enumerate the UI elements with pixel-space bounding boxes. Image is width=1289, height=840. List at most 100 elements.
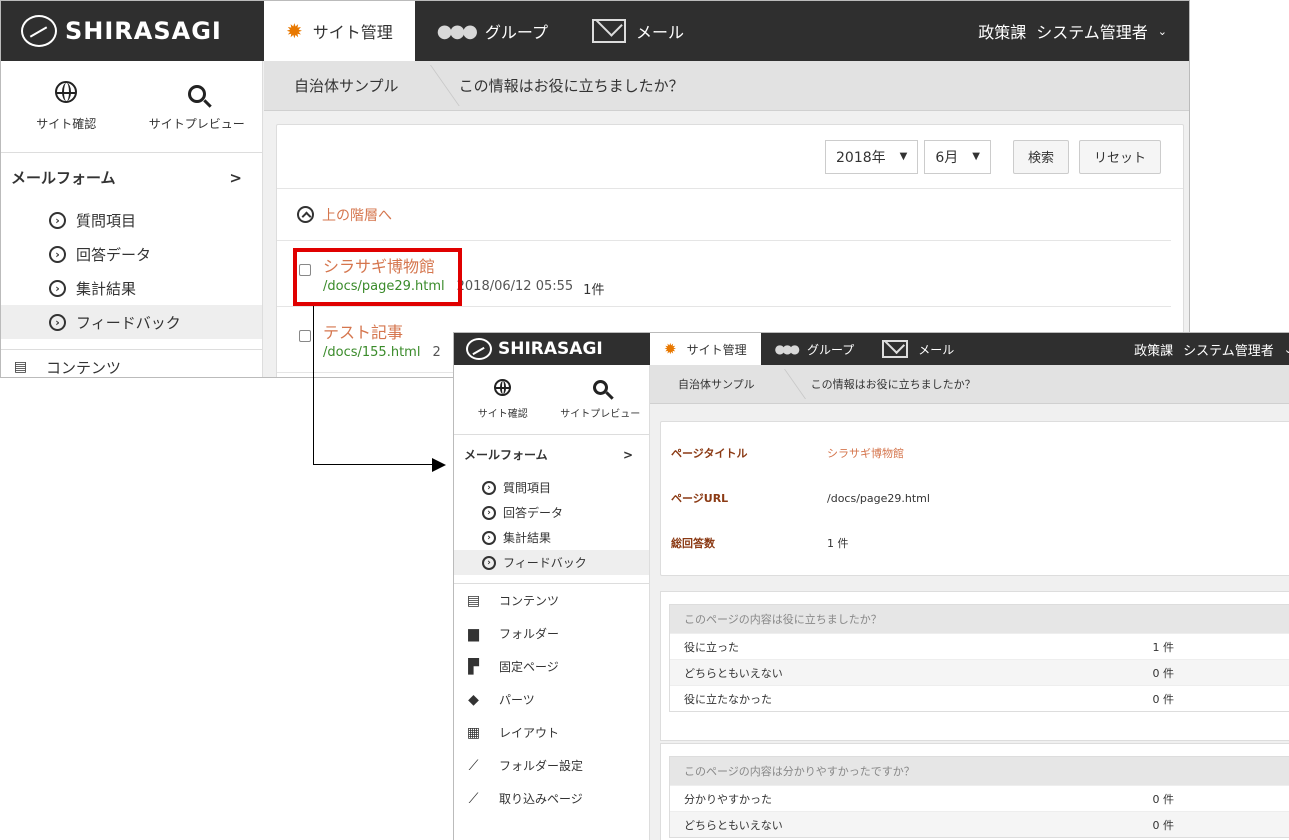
mail-icon	[882, 340, 909, 358]
breadcrumb-item-node[interactable]: この情報はお役に立ちましたか？	[783, 365, 1004, 403]
table-row: 役に立たなかった 0 件	[670, 685, 1289, 711]
highlight-box	[293, 248, 462, 306]
tab-mail[interactable]: メール	[570, 1, 706, 61]
menu-header-mailform[interactable]: メールフォーム >	[454, 435, 649, 475]
tab-group[interactable]: ●●● グループ	[761, 333, 869, 365]
site-preview-button[interactable]: サイトプレビュー	[552, 365, 650, 434]
wrench-icon: ⟋	[468, 790, 479, 807]
gear-icon: ✹	[664, 340, 677, 358]
site-check-button[interactable]: サイト確認	[454, 365, 552, 434]
sidebar-item-questions[interactable]: › 質問項目	[454, 475, 649, 500]
reset-button[interactable]: リセット	[1078, 139, 1161, 174]
sidebar-item-feedback[interactable]: › フィードバック	[454, 550, 649, 575]
circle-chevron-icon: ›	[49, 211, 66, 229]
document-icon: ▤	[466, 592, 481, 609]
table-row: どちらともいえない 0 件	[670, 811, 1289, 837]
sidebar-item-folders[interactable]: ▆ フォルダー	[454, 617, 649, 650]
sidebar-item-import-page[interactable]: ⟋ 取り込みページ	[454, 782, 649, 815]
globe-icon	[55, 80, 78, 103]
breadcrumb-item-node[interactable]: この情報はお役に立ちましたか？	[429, 61, 714, 110]
user-name: システム管理者	[1183, 343, 1274, 359]
list-screenshot: SHIRASAGI ✹ サイト管理 ●●● グループ メール 政策課 システム管…	[0, 0, 1190, 378]
tab-mail[interactable]: メール	[868, 333, 968, 365]
user-menu[interactable]: 政策課 システム管理者 ⌄	[1124, 333, 1289, 365]
shirasagi-logo-icon	[466, 338, 492, 360]
search-icon	[592, 380, 608, 396]
chevron-down-icon: ⌄	[1284, 343, 1289, 356]
tab-group[interactable]: ●●● グループ	[415, 1, 570, 61]
circle-chevron-icon: ›	[482, 555, 496, 570]
feedback-table: このページの内容は役に立ちましたか？ 役に立った 1 件 どちらともいえない 0…	[669, 604, 1289, 712]
quick-links: サイト確認 サイトプレビュー	[454, 365, 649, 435]
user-group: 政策課	[978, 23, 1027, 42]
row-date: 2018/06/12 05:55	[456, 279, 574, 294]
sidebar-item-results[interactable]: › 集計結果	[454, 525, 649, 550]
main-nav: ✹ サイト管理 ●●● グループ メール	[650, 333, 968, 365]
detail-panel: ページタイトル シラサギ博物館 ページURL /docs/page29.html…	[660, 421, 1289, 576]
table-row: 役に立った 1 件	[670, 633, 1289, 659]
row-date: 2	[432, 345, 441, 360]
search-button[interactable]: 検索	[1012, 139, 1069, 174]
feedback-question: このページの内容は役に立ちましたか？	[670, 605, 1289, 633]
detail-title-link[interactable]: シラサギ博物館	[827, 445, 904, 461]
detail-row-title: ページタイトル シラサギ博物館	[661, 428, 1289, 478]
sidebar-item-answers[interactable]: › 回答データ	[454, 500, 649, 525]
breadcrumb-item-site[interactable]: 自治体サンプル	[264, 61, 429, 110]
row-count: 1件	[583, 283, 605, 298]
wrench-icon: ⟋	[468, 757, 479, 774]
dropdown-arrow-icon: ▼	[972, 151, 980, 162]
folder-icon: ▆	[468, 625, 479, 642]
shirasagi-logo-icon	[21, 15, 57, 47]
sidebar-item-contents[interactable]: ▤ コンテンツ	[454, 584, 649, 617]
connector-line	[313, 464, 438, 465]
row-checkbox[interactable]	[299, 330, 311, 342]
tab-site-admin[interactable]: ✹ サイト管理	[650, 333, 761, 365]
row-url: /docs/155.html	[323, 345, 421, 360]
filter-toolbar: 2018年 ▼ 6月 ▼ 検索 リセット	[277, 125, 1183, 189]
sidebar-item-folder-settings[interactable]: ⟋ フォルダー設定	[454, 749, 649, 782]
table-row: どちらともいえない 0 件	[670, 659, 1289, 685]
circle-up-icon	[297, 206, 314, 223]
detail-label: ページタイトル	[671, 447, 748, 460]
sidebar-item-contents[interactable]: ▤ コンテンツ	[1, 350, 262, 377]
month-select[interactable]: 6月 ▼	[924, 139, 991, 174]
breadcrumb-item-site[interactable]: 自治体サンプル	[650, 365, 783, 403]
tab-site-admin[interactable]: ✹ サイト管理	[264, 1, 415, 61]
circle-chevron-icon: ›	[482, 530, 496, 545]
site-check-button[interactable]: サイト確認	[1, 61, 132, 152]
main-nav: ✹ サイト管理 ●●● グループ メール	[264, 1, 706, 61]
sidebar-item-pages[interactable]: ▛ 固定ページ	[454, 650, 649, 683]
app-logo[interactable]: SHIRASAGI	[454, 333, 650, 365]
quick-links: サイト確認 サイトプレビュー	[1, 61, 262, 153]
feedback-panel: このページの内容は分かりやすかったですか？ 分かりやすかった 0 件 どちらとも…	[660, 743, 1289, 840]
sidebar-item-parts[interactable]: ◆ パーツ	[454, 683, 649, 716]
circle-chevron-icon: ›	[49, 279, 66, 297]
sidebar-item-layouts[interactable]: ▦ レイアウト	[454, 716, 649, 749]
group-icon: ●●●	[436, 20, 478, 42]
globe-icon	[494, 378, 512, 396]
menu-header-mailform[interactable]: メールフォーム >	[1, 153, 262, 203]
feedback-panel: このページの内容は役に立ちましたか？ 役に立った 1 件 どちらともいえない 0…	[660, 591, 1289, 741]
year-select[interactable]: 2018年 ▼	[825, 139, 919, 174]
app-logo[interactable]: SHIRASAGI	[1, 1, 263, 61]
row-title-link[interactable]: テスト記事	[323, 319, 441, 343]
detail-row-url: ページURL /docs/page29.html	[661, 478, 1289, 518]
connector-line	[313, 306, 314, 464]
site-preview-button[interactable]: サイトプレビュー	[132, 61, 263, 152]
logo-text: SHIRASAGI	[498, 339, 603, 359]
parent-folder-link[interactable]: 上の階層へ	[277, 189, 1171, 241]
sidebar-item-results[interactable]: › 集計結果	[1, 271, 262, 305]
feedback-table: このページの内容は分かりやすかったですか？ 分かりやすかった 0 件 どちらとも…	[669, 756, 1289, 838]
detail-screenshot: SHIRASAGI ✹ サイト管理 ●●● グループ メール 政策課 システム管…	[453, 332, 1289, 840]
dropdown-arrow-icon: ▼	[899, 151, 908, 162]
circle-chevron-icon: ›	[482, 505, 496, 520]
table-row: 分かりやすかった 0 件	[670, 785, 1289, 811]
user-menu[interactable]: 政策課 システム管理者 ⌄	[968, 1, 1167, 61]
gear-icon: ✹	[286, 19, 303, 43]
arrow-head-icon	[432, 458, 446, 472]
sidebar-item-answers[interactable]: › 回答データ	[1, 237, 262, 271]
sidebar-item-questions[interactable]: › 質問項目	[1, 203, 262, 237]
detail-label: ページURL	[671, 492, 729, 505]
circle-chevron-icon: ›	[49, 245, 66, 263]
sidebar-item-feedback[interactable]: › フィードバック	[1, 305, 262, 339]
